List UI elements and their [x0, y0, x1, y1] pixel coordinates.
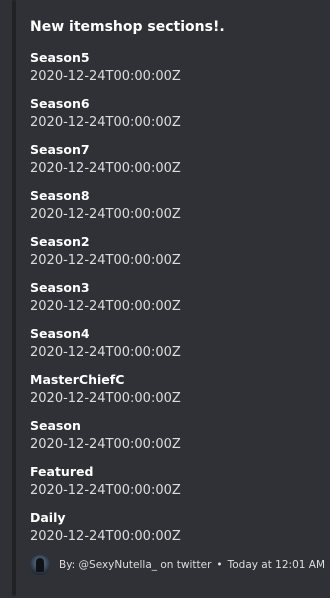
field-value: 2020-12-24T00:00:00Z [30, 529, 181, 544]
embed-field: Season7 2020-12-24T00:00:00Z [30, 142, 320, 188]
field-value: 2020-12-24T00:00:00Z [30, 115, 181, 130]
field-name: Season7 [30, 142, 90, 157]
field-value: 2020-12-24T00:00:00Z [30, 345, 181, 360]
embed-footer: By: @SexyNutella_ on twitter • Today at … [30, 555, 325, 575]
embed-field: Featured 2020-12-24T00:00:00Z [30, 464, 320, 510]
field-name: Season3 [30, 280, 90, 295]
field-name: Season2 [30, 234, 90, 249]
embed-field: Season3 2020-12-24T00:00:00Z [30, 280, 320, 326]
embed-field: MasterChiefC 2020-12-24T00:00:00Z [30, 372, 320, 418]
embed-field: Season 2020-12-24T00:00:00Z [30, 418, 320, 464]
footer-avatar-icon[interactable] [30, 555, 50, 575]
field-name: Daily [30, 510, 66, 525]
embed-field: Season2 2020-12-24T00:00:00Z [30, 234, 320, 280]
footer-author-text: By: @SexyNutella_ on twitter [59, 559, 212, 571]
field-name: Featured [30, 464, 94, 479]
embed-field: Season6 2020-12-24T00:00:00Z [30, 96, 320, 142]
field-value: 2020-12-24T00:00:00Z [30, 253, 181, 268]
field-value: 2020-12-24T00:00:00Z [30, 207, 181, 222]
footer-timestamp[interactable]: Today at 12:01 AM [228, 559, 325, 571]
embed-field: Season4 2020-12-24T00:00:00Z [30, 326, 320, 372]
embed-title: New itemshop sections!. [30, 19, 225, 35]
field-value: 2020-12-24T00:00:00Z [30, 161, 181, 176]
field-value: 2020-12-24T00:00:00Z [30, 69, 181, 84]
embed-fields: Season5 2020-12-24T00:00:00Z Season6 202… [30, 50, 320, 556]
embed-field: Daily 2020-12-24T00:00:00Z [30, 510, 320, 556]
field-name: Season4 [30, 326, 90, 341]
field-value: 2020-12-24T00:00:00Z [30, 299, 181, 314]
field-name: MasterChiefC [30, 372, 125, 387]
field-name: Season [30, 418, 81, 433]
field-value: 2020-12-24T00:00:00Z [30, 437, 181, 452]
field-name: Season5 [30, 50, 90, 65]
field-name: Season6 [30, 96, 90, 111]
embed-field: Season8 2020-12-24T00:00:00Z [30, 188, 320, 234]
field-value: 2020-12-24T00:00:00Z [30, 391, 181, 406]
field-name: Season8 [30, 188, 90, 203]
embed-field: Season5 2020-12-24T00:00:00Z [30, 50, 320, 96]
field-value: 2020-12-24T00:00:00Z [30, 483, 181, 498]
footer-separator: • [216, 559, 223, 571]
embed-accent-bar [12, 0, 16, 596]
